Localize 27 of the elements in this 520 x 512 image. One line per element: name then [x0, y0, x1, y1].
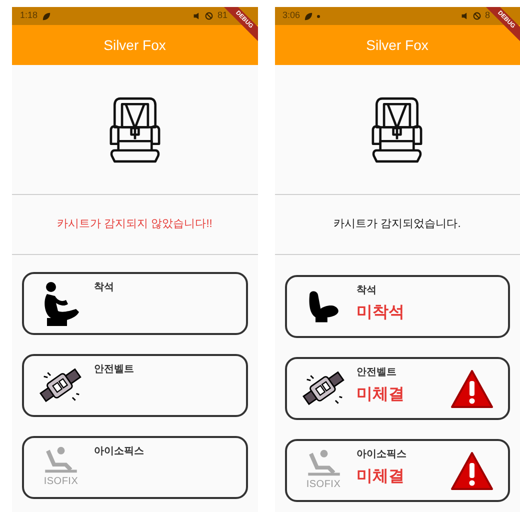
app-title: Silver Fox: [104, 36, 166, 54]
seat-icon: [306, 288, 340, 324]
card-label: 아이소픽스: [356, 448, 408, 462]
status-text: 미체결: [356, 467, 406, 487]
speaker-icon: [460, 12, 469, 20]
card-label: 안전벨트: [94, 363, 135, 377]
detection-message: 카시트가 감지되었습니다.: [334, 217, 461, 232]
speaker-icon: [193, 12, 202, 20]
status-time: 3:06: [282, 9, 300, 22]
icon-caption: ISOFIX: [44, 475, 78, 489]
status-text: 미착석: [356, 303, 406, 323]
card-label: 아이소픽스: [94, 445, 145, 459]
status-text: 미체결: [356, 385, 406, 405]
leaf-icon: [304, 12, 314, 20]
status-time: 1:18: [20, 9, 38, 22]
do-not-disturb-icon: [205, 12, 214, 20]
icon-caption: ISOFIX: [306, 478, 341, 492]
card-label: 착석: [94, 281, 115, 295]
card-label: 착석: [356, 284, 378, 298]
do-not-disturb-icon: [472, 12, 481, 20]
isofix-icon: [42, 446, 80, 474]
detection-message: 카시트가 감지되지 않았습니다!!: [57, 217, 212, 232]
leaf-icon: [42, 12, 51, 20]
card-label: 안전벨트: [356, 366, 398, 380]
app-title: Silver Fox: [366, 36, 428, 54]
battery-level: 81: [217, 9, 228, 22]
battery-level: 8: [484, 9, 490, 22]
